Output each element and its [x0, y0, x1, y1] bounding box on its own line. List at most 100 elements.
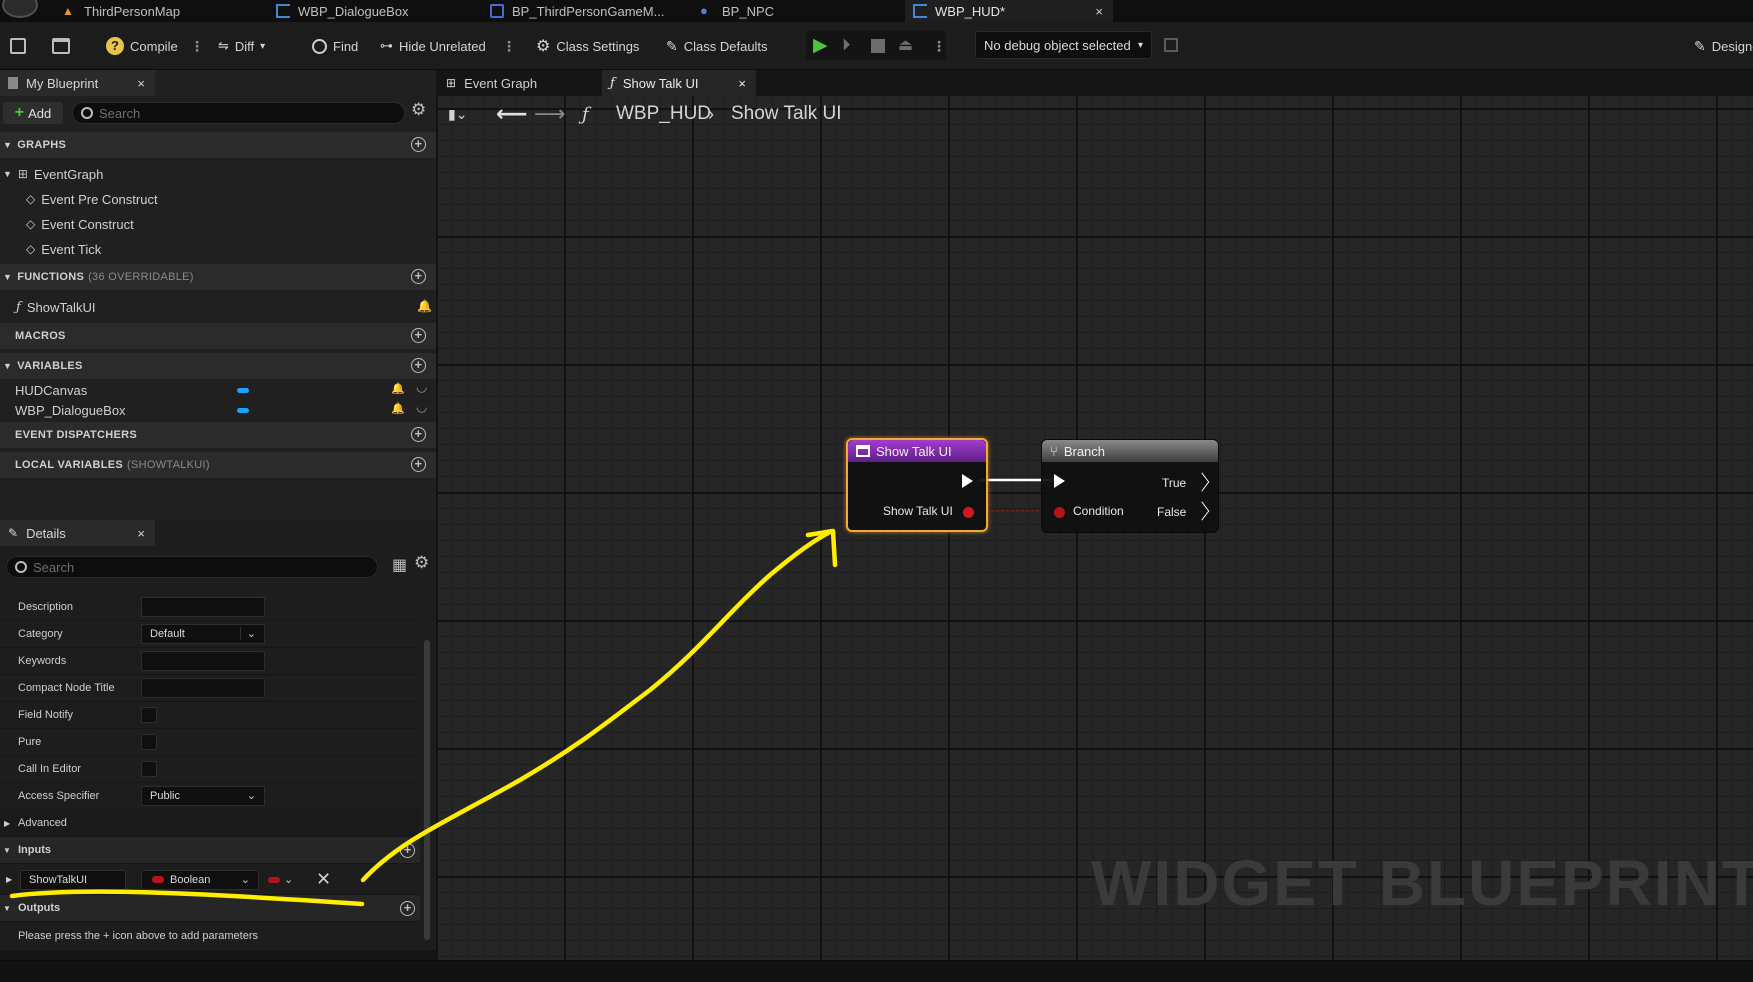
eject-icon[interactable]: ⏏: [898, 35, 913, 55]
prop-label: Pure: [18, 736, 42, 748]
tree-item-event-construct[interactable]: ◇ Event Construct: [26, 213, 134, 235]
debug-find-icon[interactable]: [1164, 38, 1178, 52]
tree-item-event-pre-construct[interactable]: ◇ Event Pre Construct: [26, 188, 158, 210]
prop-row-call-in-editor: Call In Editor: [0, 756, 420, 783]
remove-input-icon[interactable]: ✕: [316, 869, 331, 890]
close-icon[interactable]: ×: [738, 76, 746, 91]
class-settings-button[interactable]: ⚙ Class Settings: [536, 34, 639, 58]
hide-unrelated-button[interactable]: ⊶ Hide Unrelated: [380, 34, 486, 58]
macros-section-header[interactable]: MACROS +: [0, 323, 436, 349]
tree-item-event-tick[interactable]: ◇ Event Tick: [26, 238, 101, 260]
browse-icon[interactable]: [52, 38, 70, 54]
unreal-logo-icon[interactable]: [2, 0, 38, 18]
find-button[interactable]: Find: [312, 34, 358, 58]
add-graph-icon[interactable]: +: [411, 137, 426, 152]
details-panel: ✎ Details × Search ▦ ⚙ Description Categ…: [0, 520, 436, 950]
details-tab[interactable]: ✎ Details ×: [0, 520, 155, 546]
add-function-icon[interactable]: +: [411, 269, 426, 284]
play-icon[interactable]: ▶: [813, 34, 828, 57]
my-blueprint-tab[interactable]: My Blueprint ×: [0, 70, 155, 96]
table-view-icon[interactable]: ▦: [392, 555, 407, 575]
add-variable-icon[interactable]: +: [411, 358, 426, 373]
pure-checkbox[interactable]: [141, 734, 157, 750]
add-local-variable-icon[interactable]: +: [411, 457, 426, 472]
inputs-section-header[interactable]: ▼ Inputs +: [0, 837, 420, 864]
close-icon[interactable]: ×: [137, 76, 145, 91]
compile-button[interactable]: ? Compile: [106, 34, 178, 58]
call-in-editor-checkbox[interactable]: [141, 761, 157, 777]
designer-mode-button[interactable]: ✎ Designer: [1694, 34, 1753, 58]
expand-arrow-icon[interactable]: ▶: [6, 875, 12, 884]
graphs-section-header[interactable]: ▼ GRAPHS +: [0, 132, 436, 158]
input-name-field[interactable]: ShowTalkUI: [20, 869, 126, 890]
prop-label: Compact Node Title: [18, 682, 115, 694]
prop-label: Field Notify: [18, 709, 74, 721]
tree-item-eventgraph[interactable]: ▼ ⊞ EventGraph: [3, 163, 103, 185]
branch-node[interactable]: ⑂ Branch Condition True False: [1041, 439, 1219, 533]
collapse-arrow-icon: ▼: [3, 272, 13, 282]
variable-label: WBP_DialogueBox: [15, 402, 126, 418]
tab-bp-thirdpersongamemode[interactable]: BP_ThirdPersonGameM...: [490, 0, 690, 22]
save-icon[interactable]: [10, 38, 26, 54]
hide-unrelated-label: Hide Unrelated: [399, 38, 486, 54]
add-output-icon[interactable]: +: [400, 901, 415, 916]
eye-icon[interactable]: ◡: [416, 399, 427, 415]
tab-show-talk-ui[interactable]: ƒ Show Talk UI ×: [602, 70, 756, 96]
description-field[interactable]: [141, 597, 265, 617]
condition-pin-icon[interactable]: [1054, 507, 1065, 518]
graph-canvas[interactable]: ▮⌄ ⟵ ⟶ ƒ WBP_HUD › Show Talk UI Show Tal…: [436, 96, 1753, 960]
compact-node-title-field[interactable]: [141, 678, 265, 698]
exec-in-pin-icon[interactable]: [1054, 474, 1065, 488]
tab-label: WBP_HUD*: [935, 3, 1006, 19]
advanced-section-header[interactable]: ▶ Advanced: [0, 810, 420, 837]
diff-button[interactable]: ⇋ Diff ▾: [218, 34, 265, 58]
close-icon[interactable]: ×: [137, 526, 145, 541]
exec-out-pin-icon[interactable]: [962, 474, 973, 488]
settings-gear-icon[interactable]: ⚙: [414, 553, 429, 573]
tab-wbp-hud[interactable]: WBP_HUD* ×: [905, 0, 1113, 22]
eye-icon[interactable]: ◡: [416, 379, 427, 395]
bell-icon[interactable]: 🔔: [417, 299, 432, 313]
tree-item-showtalkui[interactable]: ƒ ShowTalkUI: [16, 296, 95, 318]
tab-wbp-dialoguebox[interactable]: WBP_DialogueBox: [276, 0, 476, 22]
bool-out-pin-icon[interactable]: [963, 507, 974, 518]
close-icon[interactable]: ×: [1095, 4, 1103, 19]
tab-thirdpersonmap[interactable]: ▲ ThirdPersonMap: [62, 0, 262, 22]
input-type-select[interactable]: Boolean ⌄: [141, 869, 259, 890]
more-options-icon[interactable]: ⋮: [502, 36, 516, 56]
local-variables-section-header[interactable]: LOCAL VARIABLES (SHOWTALKUI) +: [0, 452, 436, 478]
category-select[interactable]: Default ⌄: [141, 624, 265, 644]
bell-icon[interactable]: 🔔: [391, 382, 405, 395]
false-exec-pin-icon[interactable]: [1194, 501, 1210, 521]
class-defaults-button[interactable]: ✎ Class Defaults: [666, 34, 768, 58]
variables-section-header[interactable]: ▼ VARIABLES +: [0, 353, 436, 379]
stop-icon[interactable]: [871, 39, 885, 53]
field-notify-checkbox[interactable]: [141, 707, 157, 723]
functions-section-header[interactable]: ▼ FUNCTIONS (36 OVERRIDABLE) +: [0, 264, 436, 290]
add-input-icon[interactable]: +: [400, 843, 415, 858]
outputs-section-header[interactable]: ▼ Outputs +: [0, 895, 420, 922]
search-input[interactable]: Search: [72, 102, 405, 124]
details-scrollbar[interactable]: [424, 640, 430, 940]
more-options-icon[interactable]: ⋮: [190, 36, 204, 56]
tab-bp-npc[interactable]: ● BP_NPC: [700, 0, 880, 22]
settings-gear-icon[interactable]: ⚙: [411, 100, 426, 120]
keywords-field[interactable]: [141, 651, 265, 671]
add-macro-icon[interactable]: +: [411, 328, 426, 343]
bell-icon[interactable]: 🔔: [391, 402, 405, 415]
add-button[interactable]: + Add: [3, 102, 63, 124]
step-icon[interactable]: ⏵: [842, 35, 851, 55]
variable-item-wbp-dialoguebox[interactable]: WBP_DialogueBox: [15, 399, 126, 421]
tab-event-graph[interactable]: ⊞ Event Graph: [446, 70, 596, 96]
variable-item-hudcanvas[interactable]: HUDCanvas: [15, 379, 87, 401]
details-search-input[interactable]: Search: [6, 556, 378, 578]
more-options-icon[interactable]: ⋮: [932, 36, 946, 56]
add-label: Add: [28, 105, 52, 121]
add-dispatcher-icon[interactable]: +: [411, 427, 426, 442]
debug-object-select[interactable]: No debug object selected ▾: [975, 31, 1152, 59]
access-specifier-select[interactable]: Public ⌄: [141, 786, 265, 806]
true-exec-pin-icon[interactable]: [1194, 472, 1210, 492]
function-entry-node[interactable]: Show Talk UI Show Talk UI: [846, 438, 988, 532]
container-type-select[interactable]: ⌄: [268, 873, 293, 886]
event-dispatchers-section-header[interactable]: EVENT DISPATCHERS +: [0, 422, 436, 448]
